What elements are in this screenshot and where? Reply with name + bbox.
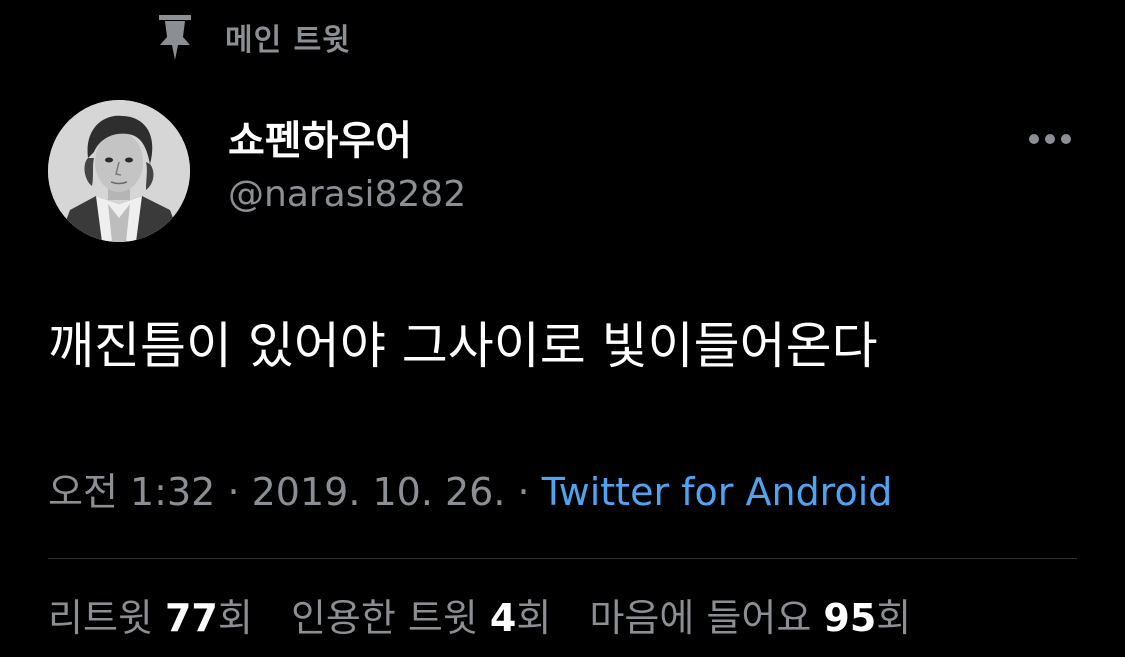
retweets-unit: 회 [217,596,253,640]
quotes-unit: 회 [516,596,552,640]
tweet-time[interactable]: 오전 1:32 [48,470,215,514]
more-options-button[interactable] [1022,122,1078,156]
quotes-label: 인용한 트윗 [290,596,478,640]
tweet-source-link[interactable]: Twitter for Android [542,470,893,514]
likes-stat[interactable]: 마음에 들어요 95회 [589,596,911,640]
tweet-stats: 리트윗 77회 인용한 트윗 4회 마음에 들어요 95회 [48,594,937,642]
retweets-count: 77 [164,596,218,640]
portrait-avatar [48,100,190,242]
likes-unit: 회 [876,596,912,640]
tweet-text: 깨진틈이 있어야 그사이로 빛이들어온다 [48,317,878,375]
quotes-stat[interactable]: 인용한 트윗 4회 [291,596,551,640]
pin-icon [155,12,195,62]
tweet-meta: 오전 1:32 · 2019. 10. 26. · Twitter for An… [48,468,892,516]
quotes-count: 4 [489,596,517,640]
meta-separator: · [517,470,530,514]
author-handle[interactable]: @narasi8282 [228,174,466,216]
likes-label: 마음에 들어요 [589,596,812,640]
pinned-tweet-header: 메인 트윗 [155,12,351,62]
pinned-label: 메인 트윗 [225,23,351,58]
retweets-stat[interactable]: 리트윗 77회 [48,596,253,640]
ellipsis-icon [1028,130,1072,149]
avatar[interactable] [48,100,190,242]
retweets-label: 리트윗 [48,596,153,640]
author-display-name[interactable]: 쇼펜하우어 [228,118,412,164]
meta-separator: · [227,470,240,514]
likes-count: 95 [823,596,877,640]
tweet-date[interactable]: 2019. 10. 26. [252,470,506,514]
divider [48,558,1077,559]
